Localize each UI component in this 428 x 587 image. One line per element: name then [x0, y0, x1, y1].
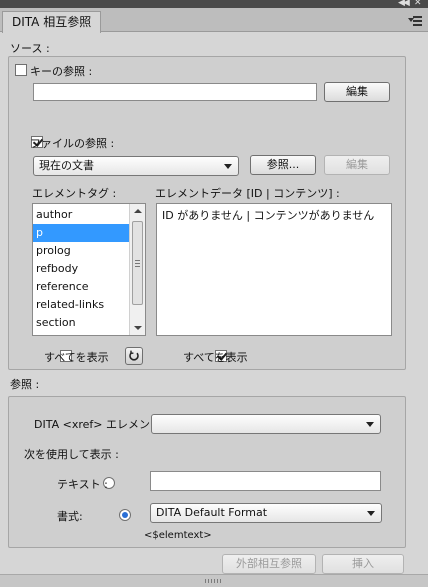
panel-footer: [0, 574, 428, 587]
chevron-down-icon: [366, 422, 374, 427]
show-all-data-label: すべてを表示: [183, 351, 248, 364]
scroll-down-icon[interactable]: [134, 326, 142, 330]
chevron-down-icon: [367, 511, 375, 516]
element-data-label: エレメントデータ [ID | コンテンツ] :: [155, 187, 340, 200]
reference-section-label: 参照 :: [10, 378, 40, 391]
key-ref-edit-button[interactable]: 編集: [324, 82, 390, 102]
format-select[interactable]: DITA Default Format: [150, 503, 382, 523]
panel-tab[interactable]: DITA 相互参照: [2, 11, 102, 33]
format-option-label: 書式:: [57, 510, 83, 523]
refresh-button[interactable]: [125, 347, 143, 365]
element-tag-scrollbar[interactable]: [129, 204, 145, 335]
panel-title-strip: ◀◀ ✕: [0, 0, 428, 8]
source-section-label: ソース :: [10, 42, 50, 55]
browse-button[interactable]: 参照...: [250, 155, 316, 175]
xref-element-label: DITA <xref> エレメント :: [34, 418, 169, 431]
file-ref-select[interactable]: 現在の文書: [33, 156, 239, 176]
key-ref-label: キーの参照 :: [30, 65, 93, 78]
panel-menu-icon[interactable]: [408, 15, 422, 27]
element-tag-list[interactable]: author p prolog refbody reference relate…: [32, 203, 146, 336]
element-data-list[interactable]: ID がありません | コンテンツがありません: [156, 203, 392, 336]
file-ref-select-value: 現在の文書: [39, 159, 94, 172]
format-hint: <$elemtext>: [144, 530, 212, 541]
close-panel-icon[interactable]: ✕: [414, 0, 421, 8]
resize-grip-icon[interactable]: [205, 579, 223, 583]
scroll-thumb[interactable]: [132, 221, 143, 305]
key-ref-input[interactable]: [33, 83, 317, 101]
collapse-panel-icon[interactable]: ◀◀: [398, 0, 410, 8]
refresh-icon: [129, 350, 139, 361]
file-ref-edit-button[interactable]: 編集: [324, 155, 390, 175]
text-input[interactable]: [150, 471, 381, 491]
element-tag-label: エレメントタグ :: [32, 187, 117, 200]
chevron-down-icon: [224, 164, 232, 169]
external-xref-button[interactable]: 外部相互参照: [222, 554, 316, 574]
list-item[interactable]: ID がありません | コンテンツがありません: [157, 207, 391, 225]
key-ref-checkbox[interactable]: [15, 64, 27, 76]
display-using-label: 次を使用して表示 :: [24, 448, 119, 461]
show-all-tags-label: すべてを表示: [44, 351, 109, 364]
xref-element-select[interactable]: [151, 414, 381, 434]
file-ref-label: ファイルの参照 :: [30, 137, 115, 150]
scroll-up-icon[interactable]: [134, 209, 142, 213]
format-select-value: DITA Default Format: [156, 506, 268, 519]
insert-button[interactable]: 挿入: [322, 554, 404, 574]
text-option-label: テキスト :: [57, 478, 108, 491]
format-option-radio[interactable]: [118, 509, 131, 521]
